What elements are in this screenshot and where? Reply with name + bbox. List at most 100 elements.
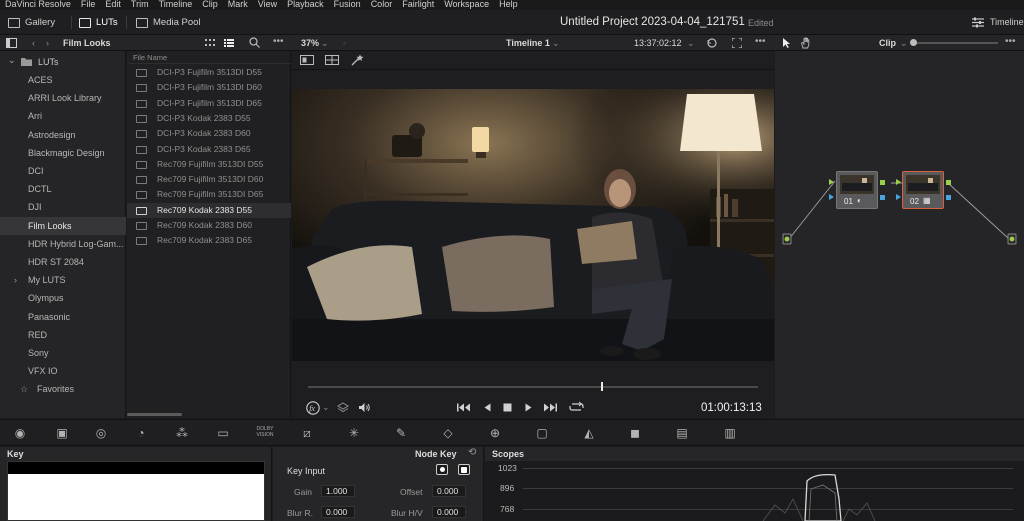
node-zoom-handle[interactable] xyxy=(910,39,917,46)
menu-item[interactable]: Playback xyxy=(282,0,329,10)
luts-button[interactable]: LUTs xyxy=(79,14,118,31)
lut-file-item[interactable]: DCI-P3 Kodak 2383 D65 xyxy=(127,142,291,157)
menu-item[interactable]: Workspace xyxy=(439,0,494,10)
sidebar-toggle-icon[interactable] xyxy=(6,38,17,48)
menu-item[interactable]: Color xyxy=(366,0,398,10)
lut-folder-item[interactable]: ARRI Look Library xyxy=(0,89,126,107)
qualifier-icon[interactable]: ✎ xyxy=(393,426,409,440)
layers-icon[interactable] xyxy=(337,402,349,413)
hdr-icon[interactable]: ◔ xyxy=(133,426,149,440)
camera-raw-icon[interactable]: ◉ xyxy=(12,426,28,440)
lut-file-item[interactable]: DCI-P3 Fujifilm 3513DI D55 xyxy=(127,65,291,80)
lut-file-item[interactable]: Rec709 Fujifilm 3513DI D65 xyxy=(127,187,291,202)
lut-folder-item[interactable]: Panasonic xyxy=(0,308,126,326)
lut-options-icon[interactable]: ••• xyxy=(273,36,284,47)
timeline-chevron-icon[interactable]: ⌄ xyxy=(552,38,560,49)
skip-last-icon[interactable] xyxy=(543,403,557,412)
back-arrow-icon[interactable]: ‹ xyxy=(32,38,35,48)
lut-root-row[interactable]: ⌄ LUTs xyxy=(6,54,126,70)
lut-folder-item[interactable]: RED xyxy=(0,326,126,344)
node-mode[interactable]: Clip xyxy=(879,38,896,48)
color-wheels-icon[interactable]: ◎ xyxy=(93,426,109,440)
chevron-right-icon[interactable]: › xyxy=(14,271,17,289)
node-zoom-slider[interactable] xyxy=(912,42,998,44)
lut-file-item[interactable]: Rec709 Kodak 2383 D60 xyxy=(127,218,291,233)
color-warper-icon[interactable]: ✳ xyxy=(346,426,362,440)
menu-item[interactable]: Help xyxy=(494,0,523,10)
scrub-bar[interactable] xyxy=(308,386,758,388)
menu-item[interactable]: File xyxy=(76,0,101,10)
key-icon[interactable]: ◼ xyxy=(627,426,643,440)
motion-effects-icon[interactable]: ▭ xyxy=(215,426,231,440)
search-icon[interactable] xyxy=(249,37,260,48)
menu-item[interactable]: Mark xyxy=(223,0,253,10)
forward-arrow-icon[interactable]: › xyxy=(46,38,49,48)
menu-item[interactable]: Clip xyxy=(197,0,223,10)
blur-radius-field[interactable]: 0.000 xyxy=(321,506,355,518)
lut-folder-item[interactable]: Arri xyxy=(0,107,126,125)
key-input-mask-icon[interactable] xyxy=(458,464,470,475)
timeline-name[interactable]: Timeline 1 xyxy=(506,38,550,48)
list-view-icon[interactable] xyxy=(224,39,234,47)
split-screen-icon[interactable] xyxy=(325,55,339,65)
menu-item[interactable]: Fusion xyxy=(329,0,366,10)
zoom-level[interactable]: 37% xyxy=(301,38,319,48)
window-icon[interactable]: ◇ xyxy=(440,426,456,440)
loop-icon[interactable] xyxy=(706,38,718,48)
menu-item[interactable]: Timeline xyxy=(154,0,198,10)
menu-item[interactable]: Edit xyxy=(100,0,126,10)
blur-icon[interactable]: ◭ xyxy=(581,426,597,440)
tracker-icon[interactable]: ⊕ xyxy=(487,426,503,440)
menu-item[interactable]: Fairlight xyxy=(397,0,439,10)
menu-item[interactable]: Trim xyxy=(126,0,154,10)
lut-folder-item[interactable]: DCTL xyxy=(0,180,126,198)
fx-icon[interactable]: fx xyxy=(306,401,320,415)
key-input-invert-icon[interactable] xyxy=(436,464,448,475)
menu-item[interactable]: DaVinci Resolve xyxy=(0,0,76,10)
lut-folder-item[interactable]: DCI xyxy=(0,162,126,180)
lut-folder-item[interactable]: DJI xyxy=(0,198,126,216)
reset-icon[interactable]: ⟲ xyxy=(468,447,476,458)
timecode-chevron-icon[interactable]: ⌄ xyxy=(687,38,695,49)
hand-icon[interactable] xyxy=(800,37,811,49)
timeline-button[interactable]: Timeline xyxy=(990,17,1024,27)
highlight-icon[interactable] xyxy=(351,54,364,66)
node-02[interactable]: 02 ▦ xyxy=(902,171,944,209)
lut-file-item[interactable]: Rec709 Fujifilm 3513DI D60 xyxy=(127,172,291,187)
lut-folder-item[interactable]: Sony xyxy=(0,344,126,362)
node-01[interactable]: 01 ◐ xyxy=(836,171,878,209)
lut-folder-item[interactable]: ACES xyxy=(0,71,126,89)
menu-item[interactable]: View xyxy=(253,0,282,10)
lut-file-item[interactable]: Rec709 Kodak 2383 D55 xyxy=(127,202,291,218)
lut-folder-item[interactable]: Astrodesign xyxy=(0,126,126,144)
loop-playback-icon[interactable] xyxy=(569,401,584,413)
timeline-settings-icon[interactable] xyxy=(971,17,985,28)
node-mode-chevron-icon[interactable]: ⌄ xyxy=(900,38,908,49)
color-match-icon[interactable]: ▣ xyxy=(54,426,70,440)
skip-first-icon[interactable] xyxy=(457,403,471,412)
stop-icon[interactable] xyxy=(503,403,512,412)
lut-file-item[interactable]: Rec709 Fujifilm 3513DI D55 xyxy=(127,157,291,172)
lut-file-item[interactable]: DCI-P3 Fujifilm 3513DI D60 xyxy=(127,80,291,95)
media-pool-button[interactable]: Media Pool xyxy=(136,14,201,31)
gain-field[interactable]: 1.000 xyxy=(321,485,355,497)
curves-icon[interactable]: ⧄ xyxy=(299,426,315,440)
lut-file-item[interactable]: DCI-P3 Fujifilm 3513DI D65 xyxy=(127,96,291,111)
node-options-icon[interactable]: ••• xyxy=(1005,36,1016,47)
file-list-scrollbar[interactable] xyxy=(127,413,182,416)
gallery-button[interactable]: Gallery xyxy=(8,14,55,31)
fullscreen-icon[interactable] xyxy=(732,38,742,48)
blur-hv-field[interactable]: 0.000 xyxy=(432,506,466,518)
viewer-options-icon[interactable]: ••• xyxy=(755,36,766,47)
lut-folder-item[interactable]: HDR ST 2084 xyxy=(0,253,126,271)
lut-folder-item[interactable]: VFX IO xyxy=(0,362,126,380)
play-icon[interactable] xyxy=(525,403,532,412)
image-wipe-icon[interactable] xyxy=(300,55,314,65)
rgb-mixer-icon[interactable]: ⁂ xyxy=(174,426,190,440)
pointer-icon[interactable] xyxy=(782,37,791,49)
dolby-vision-icon[interactable]: DOLBY VISION xyxy=(253,426,277,438)
lut-folder-item[interactable]: Film Looks xyxy=(0,216,126,235)
fx-chevron-icon[interactable]: ⌄ xyxy=(322,402,330,413)
play-reverse-icon[interactable] xyxy=(484,403,491,412)
sizing-icon[interactable]: ▤ xyxy=(674,426,690,440)
